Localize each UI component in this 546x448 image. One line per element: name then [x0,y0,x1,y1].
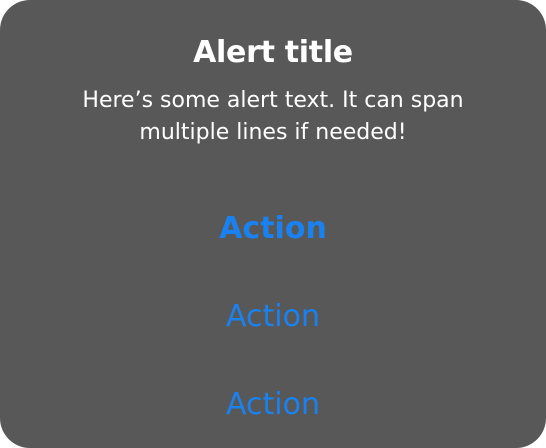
alert-dialog: Alert title Here’s some alert text. It c… [0,0,546,448]
action-button-3[interactable]: Action [0,360,546,448]
action-button-2[interactable]: Action [0,272,546,360]
alert-title: Alert title [193,35,353,70]
alert-message: Here’s some alert text. It can span mult… [82,88,464,145]
action-label: Action [219,210,327,246]
action-label: Action [226,386,320,422]
action-label: Action [226,298,320,334]
primary-action-button[interactable]: Action [0,184,546,272]
